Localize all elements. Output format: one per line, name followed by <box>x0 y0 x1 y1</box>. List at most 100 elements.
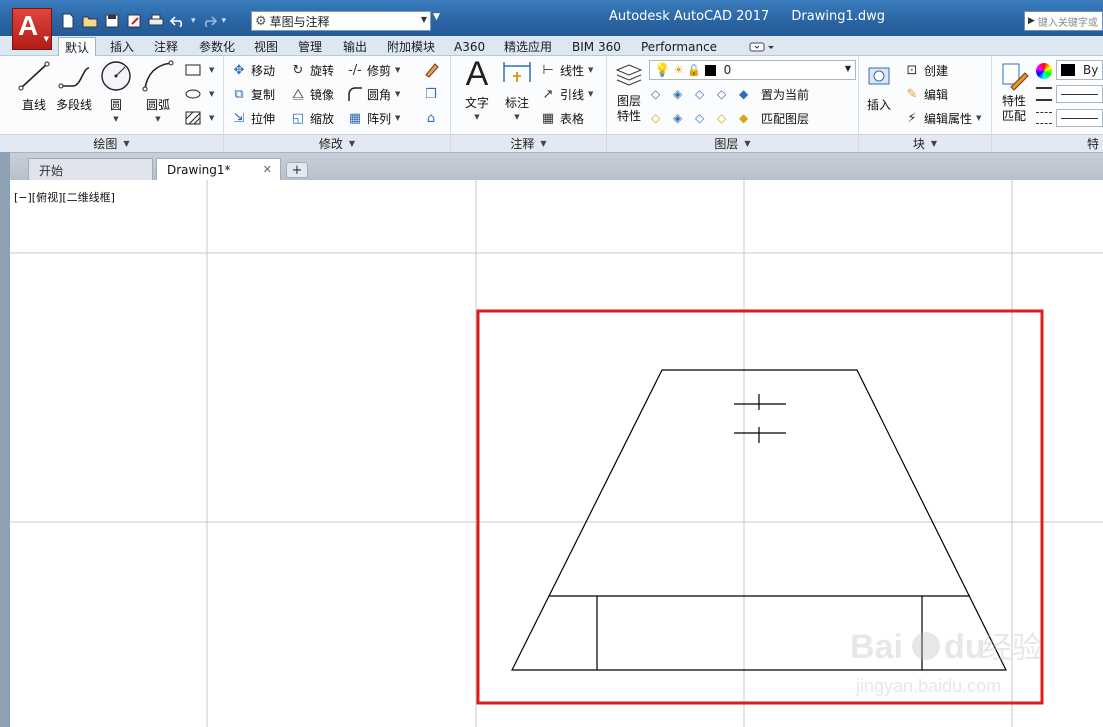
new-file-icon[interactable] <box>58 11 78 31</box>
layer-on-icon[interactable]: ◇ <box>651 111 673 125</box>
erase-button[interactable] <box>422 60 443 80</box>
offset-button[interactable]: ⌂ <box>422 108 443 128</box>
chevron-down-icon[interactable]: ▼ <box>474 113 479 121</box>
tab-a360[interactable]: A360 <box>448 37 491 56</box>
tab-drawing1-label: Drawing1* <box>167 163 231 177</box>
tab-addins[interactable]: 附加模块 <box>381 37 441 56</box>
line-button[interactable]: 直线 <box>18 60 50 113</box>
tab-manage[interactable]: 管理 <box>292 37 328 56</box>
tab-output[interactable]: 输出 <box>337 37 373 56</box>
circle-button[interactable]: 圆 ▼ <box>100 60 132 123</box>
close-icon[interactable]: ✕ <box>263 163 272 176</box>
panel-layers: 图层 特性 💡 ☀ 🔓 0 ▼ ◇ ◈ ◇ ◇ ◆ 置为当前 ◇ ◈ ◇ ◇ ◆… <box>607 56 859 152</box>
save-as-icon[interactable] <box>124 11 144 31</box>
fillet-button[interactable]: 圆角 ▼ <box>346 84 400 104</box>
create-block-button[interactable]: ⊡ 创建 <box>903 60 948 80</box>
tab-annotate[interactable]: 注释 <box>148 37 184 56</box>
panel-annotation-title[interactable]: 注释 ▼ <box>451 134 606 152</box>
insert-block-button[interactable]: 插入 <box>863 60 895 113</box>
array-button[interactable]: ▦ 阵列 ▼ <box>346 108 401 128</box>
chevron-down-icon[interactable]: ▼ <box>113 115 118 123</box>
polyline-button[interactable]: 多段线 <box>56 60 92 113</box>
chevron-down-icon: ▼ <box>348 139 356 148</box>
application-menu-button[interactable]: A ▼ <box>12 8 52 50</box>
qat-customize-icon[interactable]: ▼ <box>433 12 445 30</box>
layer-off-icon[interactable]: ◇ <box>651 87 673 101</box>
chevron-down-icon: ▼ <box>395 114 401 122</box>
rotate-button[interactable]: ↻ 旋转 <box>289 60 334 80</box>
arc-button[interactable]: 圆弧 ▼ <box>142 60 174 123</box>
redo-icon[interactable] <box>199 11 219 31</box>
scale-button[interactable]: ◱ 缩放 <box>289 108 334 128</box>
redo-dropdown-icon[interactable]: ▾ <box>222 16 227 26</box>
explode-button[interactable]: ❒ <box>422 84 443 104</box>
ribbon-minimize-icon[interactable] <box>742 37 782 56</box>
match-properties-button[interactable]: 特性 匹配 <box>998 60 1030 124</box>
lineweight-icon <box>1036 87 1052 101</box>
layer-dropdown[interactable]: 💡 ☀ 🔓 0 ▼ <box>649 60 856 80</box>
edit-attributes-button[interactable]: ⚡ 编辑属性 ▼ <box>903 108 981 128</box>
tab-insert[interactable]: 插入 <box>104 37 140 56</box>
layer-thaw-icon[interactable]: ◇ <box>695 111 717 125</box>
trapezoid-outline[interactable] <box>511 369 1007 671</box>
watermark-text: Bai <box>850 628 903 666</box>
tab-featured-apps[interactable]: 精选应用 <box>498 37 558 56</box>
tab-parametric[interactable]: 参数化 <box>193 37 241 56</box>
layer-freeze-icon[interactable]: ◇ <box>695 87 717 101</box>
linear-dimension-button[interactable]: ⊢ 线性 ▼ <box>539 60 593 80</box>
workspace-switcher[interactable]: ⚙ 草图与注释 ▼ <box>251 11 431 31</box>
trim-button[interactable]: -/- 修剪 ▼ <box>346 60 400 80</box>
ellipse-button[interactable]: ▼ <box>184 84 214 104</box>
copy-button[interactable]: ⧉ 复制 <box>230 84 275 104</box>
leader-button[interactable]: ↗ 引线 ▼ <box>539 84 594 104</box>
color-wheel-icon[interactable] <box>1036 63 1052 79</box>
tab-bim360[interactable]: BIM 360 <box>566 37 627 56</box>
sun-icon: ☀ <box>673 63 684 77</box>
set-current-button[interactable]: 置为当前 <box>761 86 809 103</box>
move-button[interactable]: ✥ 移动 <box>230 60 275 80</box>
save-icon[interactable] <box>102 11 122 31</box>
undo-dropdown-icon[interactable]: ▾ <box>191 16 196 26</box>
chevron-down-icon[interactable]: ▼ <box>514 113 519 121</box>
tab-drawing1[interactable]: Drawing1* ✕ <box>156 158 281 181</box>
insert-block-icon <box>863 60 895 92</box>
layer-isolate-icon[interactable]: ◈ <box>673 87 695 101</box>
match-layer-button[interactable]: 匹配图层 <box>761 110 809 127</box>
viewport-controls[interactable]: [−][俯视][二维线框] <box>14 189 115 205</box>
lineweight-dropdown[interactable] <box>1056 85 1103 103</box>
undo-icon[interactable] <box>168 11 188 31</box>
edit-block-button[interactable]: ✎ 编辑 <box>903 84 948 104</box>
table-button[interactable]: ▦ 表格 <box>539 108 584 128</box>
new-tab-button[interactable]: + <box>286 162 308 178</box>
panel-draw-title[interactable]: 绘图 ▼ <box>0 134 223 152</box>
open-folder-icon[interactable] <box>80 11 100 31</box>
trim-icon: -/- <box>348 62 362 78</box>
tab-performance[interactable]: Performance <box>635 37 723 56</box>
panel-layers-title[interactable]: 图层 ▼ <box>607 134 858 152</box>
panel-modify-title[interactable]: 修改 ▼ <box>224 134 450 152</box>
search-input[interactable]: ▶ 键入关键字或 <box>1024 11 1103 31</box>
text-button[interactable]: A 文字 ▼ <box>461 55 493 122</box>
panel-properties-title[interactable]: 特 <box>992 134 1103 152</box>
tab-start[interactable]: 开始 <box>28 158 153 181</box>
mirror-button[interactable]: ⧋ 镜像 <box>289 84 334 104</box>
layer-unisolate-icon[interactable]: ◈ <box>673 111 695 125</box>
linetype-dropdown[interactable] <box>1056 109 1103 127</box>
panel-block-title[interactable]: 块 ▼ <box>859 134 991 152</box>
stretch-button[interactable]: ⇲ 拉伸 <box>230 108 275 128</box>
tab-default[interactable]: 默认 <box>58 37 97 56</box>
color-dropdown[interactable]: By <box>1056 60 1103 80</box>
rectangle-button[interactable]: ▼ <box>184 60 214 80</box>
tab-view[interactable]: 视图 <box>248 37 284 56</box>
hatch-button[interactable]: ▼ <box>184 108 214 128</box>
dimension-button[interactable]: 标注 ▼ <box>501 58 533 121</box>
paw-icon <box>912 632 940 660</box>
chevron-down-icon[interactable]: ▼ <box>155 115 160 123</box>
trapezoid-drawing[interactable] <box>511 369 1007 671</box>
layer-properties-button[interactable]: 图层 特性 <box>613 60 645 124</box>
layer-tools-row-2: ◇ ◈ ◇ ◇ ◆ 匹配图层 <box>651 108 809 128</box>
layer-unlock-icon[interactable]: ◇ <box>717 111 739 125</box>
plot-icon[interactable] <box>146 11 166 31</box>
drawing-canvas[interactable]: Bai du 经验 jingyan.baidu.com <box>10 180 1103 727</box>
layer-lock-icon[interactable]: ◇ <box>717 87 739 101</box>
